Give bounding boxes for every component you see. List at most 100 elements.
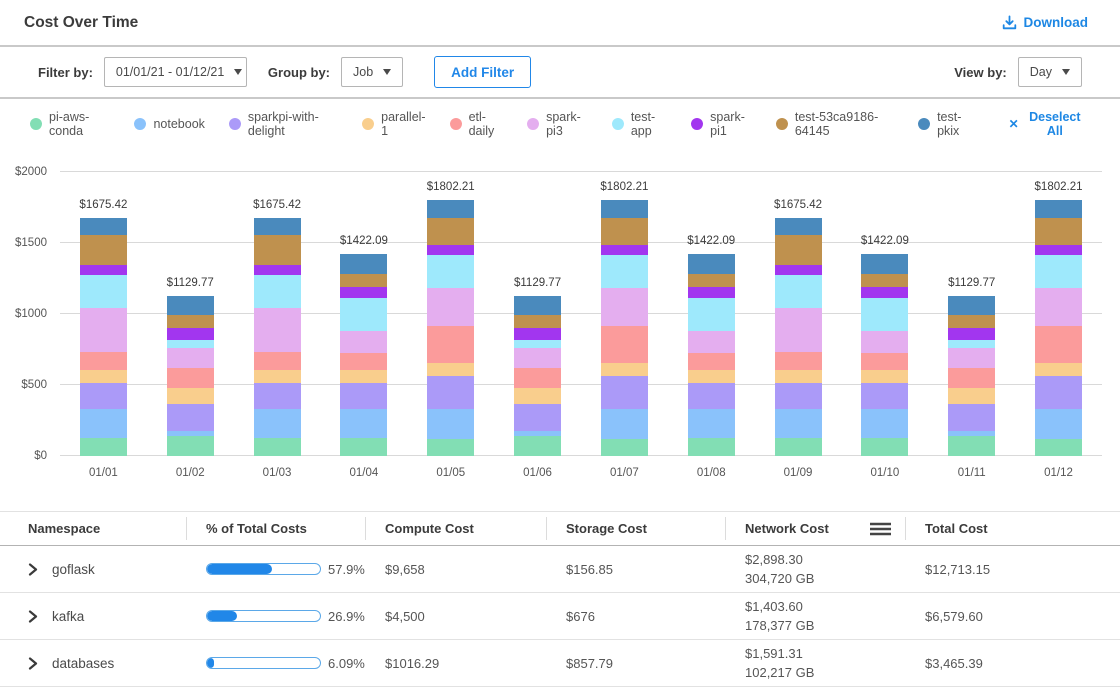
legend-item-test-app[interactable]: test-app: [612, 110, 667, 138]
group-by-select[interactable]: Job: [341, 57, 403, 87]
bar-segment-sparkpi-with-delight[interactable]: [80, 383, 127, 409]
bar-segment-test-app[interactable]: [1035, 255, 1082, 288]
bar-segment-test-app[interactable]: [427, 255, 474, 288]
bar-segment-notebook[interactable]: [861, 409, 908, 438]
bar-segment-notebook[interactable]: [688, 409, 735, 438]
bar-segment-spark-pi1[interactable]: [254, 265, 301, 276]
legend-item-spark-pi3[interactable]: spark-pi3: [527, 110, 588, 138]
bar-segment-etl-daily[interactable]: [340, 353, 387, 370]
bar-segment-parallel-1[interactable]: [254, 370, 301, 383]
legend-item-test-53ca9186-64145[interactable]: test-53ca9186-64145: [776, 110, 894, 138]
bar-segment-sparkpi-with-delight[interactable]: [514, 404, 561, 431]
bar-segment-test-pkix[interactable]: [340, 254, 387, 274]
bar-segment-sparkpi-with-delight[interactable]: [1035, 376, 1082, 408]
bar-segment-test-53ca9186-64145[interactable]: [775, 235, 822, 265]
bar-segment-sparkpi-with-delight[interactable]: [601, 376, 648, 408]
bar-segment-test-53ca9186-64145[interactable]: [948, 315, 995, 328]
expand-row-button[interactable]: [27, 563, 39, 576]
legend-item-parallel-1[interactable]: parallel-1: [362, 110, 425, 138]
expand-row-button[interactable]: [27, 610, 39, 623]
add-filter-button[interactable]: Add Filter: [434, 56, 531, 88]
bar-segment-etl-daily[interactable]: [427, 326, 474, 363]
bar-segment-parallel-1[interactable]: [1035, 363, 1082, 376]
date-range-select[interactable]: 01/01/21 - 01/12/21: [104, 57, 247, 87]
bar-segment-spark-pi1[interactable]: [601, 245, 648, 255]
bar-segment-test-pkix[interactable]: [948, 296, 995, 315]
bar-segment-spark-pi1[interactable]: [688, 287, 735, 298]
bar-segment-etl-daily[interactable]: [861, 353, 908, 370]
bar-segment-parallel-1[interactable]: [340, 370, 387, 383]
bar-segment-parallel-1[interactable]: [514, 388, 561, 404]
view-by-select[interactable]: Day: [1018, 57, 1082, 87]
bar-segment-spark-pi1[interactable]: [948, 328, 995, 340]
bar-segment-notebook[interactable]: [601, 409, 648, 439]
bar-segment-parallel-1[interactable]: [167, 388, 214, 404]
bar-segment-test-pkix[interactable]: [601, 200, 648, 217]
bar-segment-sparkpi-with-delight[interactable]: [688, 383, 735, 409]
bar-segment-notebook[interactable]: [80, 409, 127, 438]
bar-segment-pi-aws-conda[interactable]: [601, 439, 648, 456]
bar-segment-test-pkix[interactable]: [254, 218, 301, 235]
bar-segment-spark-pi1[interactable]: [167, 328, 214, 340]
bar-segment-test-53ca9186-64145[interactable]: [254, 235, 301, 265]
bar-segment-etl-daily[interactable]: [948, 368, 995, 388]
bar-segment-sparkpi-with-delight[interactable]: [340, 383, 387, 409]
bar-segment-spark-pi1[interactable]: [514, 328, 561, 340]
bar-segment-sparkpi-with-delight[interactable]: [775, 383, 822, 409]
bar-segment-test-app[interactable]: [861, 298, 908, 331]
bar-segment-test-53ca9186-64145[interactable]: [1035, 218, 1082, 245]
bar-segment-test-app[interactable]: [80, 275, 127, 308]
bar-segment-pi-aws-conda[interactable]: [254, 438, 301, 456]
bar-segment-test-pkix[interactable]: [1035, 200, 1082, 217]
bar-segment-sparkpi-with-delight[interactable]: [427, 376, 474, 408]
bar-segment-etl-daily[interactable]: [688, 353, 735, 370]
bar-segment-pi-aws-conda[interactable]: [948, 436, 995, 456]
bar-segment-pi-aws-conda[interactable]: [1035, 439, 1082, 456]
bar-segment-spark-pi3[interactable]: [601, 288, 648, 326]
bar-segment-test-app[interactable]: [514, 340, 561, 348]
bar-segment-test-53ca9186-64145[interactable]: [427, 218, 474, 245]
bar-segment-test-app[interactable]: [775, 275, 822, 308]
bar-segment-parallel-1[interactable]: [427, 363, 474, 376]
deselect-all-button[interactable]: ✕Deselect All: [1003, 109, 1090, 139]
bar-segment-test-53ca9186-64145[interactable]: [861, 274, 908, 287]
bar-segment-test-pkix[interactable]: [514, 296, 561, 315]
bar-segment-spark-pi3[interactable]: [1035, 288, 1082, 326]
bar-segment-etl-daily[interactable]: [775, 352, 822, 370]
download-button[interactable]: Download: [996, 14, 1095, 31]
bar-segment-test-53ca9186-64145[interactable]: [688, 274, 735, 287]
bar-segment-etl-daily[interactable]: [254, 352, 301, 370]
bar-segment-test-pkix[interactable]: [688, 254, 735, 274]
bar-segment-notebook[interactable]: [775, 409, 822, 438]
bar-segment-test-app[interactable]: [948, 340, 995, 348]
bar-segment-pi-aws-conda[interactable]: [861, 438, 908, 456]
bar-segment-sparkpi-with-delight[interactable]: [861, 383, 908, 409]
bar-segment-test-pkix[interactable]: [167, 296, 214, 315]
bar-segment-sparkpi-with-delight[interactable]: [254, 383, 301, 409]
bar-segment-parallel-1[interactable]: [601, 363, 648, 376]
bar-segment-sparkpi-with-delight[interactable]: [948, 404, 995, 431]
bar-segment-etl-daily[interactable]: [167, 368, 214, 388]
bar-segment-test-53ca9186-64145[interactable]: [601, 218, 648, 245]
legend-item-etl-daily[interactable]: etl-daily: [450, 110, 504, 138]
bar-segment-spark-pi1[interactable]: [861, 287, 908, 298]
bar-segment-spark-pi3[interactable]: [775, 308, 822, 351]
bar-segment-test-app[interactable]: [167, 340, 214, 348]
legend-item-sparkpi-with-delight[interactable]: sparkpi-with-delight: [229, 110, 338, 138]
bar-segment-test-53ca9186-64145[interactable]: [80, 235, 127, 265]
bar-segment-spark-pi3[interactable]: [948, 348, 995, 368]
bar-segment-pi-aws-conda[interactable]: [514, 436, 561, 456]
bar-segment-parallel-1[interactable]: [948, 388, 995, 404]
bar-segment-notebook[interactable]: [1035, 409, 1082, 439]
bar-segment-pi-aws-conda[interactable]: [340, 438, 387, 456]
bar-segment-test-pkix[interactable]: [80, 218, 127, 235]
bar-segment-parallel-1[interactable]: [80, 370, 127, 383]
bar-segment-test-pkix[interactable]: [775, 218, 822, 235]
bar-segment-spark-pi1[interactable]: [340, 287, 387, 298]
bar-segment-spark-pi1[interactable]: [80, 265, 127, 276]
bar-segment-etl-daily[interactable]: [80, 352, 127, 370]
bar-segment-test-53ca9186-64145[interactable]: [340, 274, 387, 287]
bar-segment-test-53ca9186-64145[interactable]: [514, 315, 561, 328]
bar-segment-pi-aws-conda[interactable]: [80, 438, 127, 456]
bar-segment-spark-pi3[interactable]: [514, 348, 561, 368]
